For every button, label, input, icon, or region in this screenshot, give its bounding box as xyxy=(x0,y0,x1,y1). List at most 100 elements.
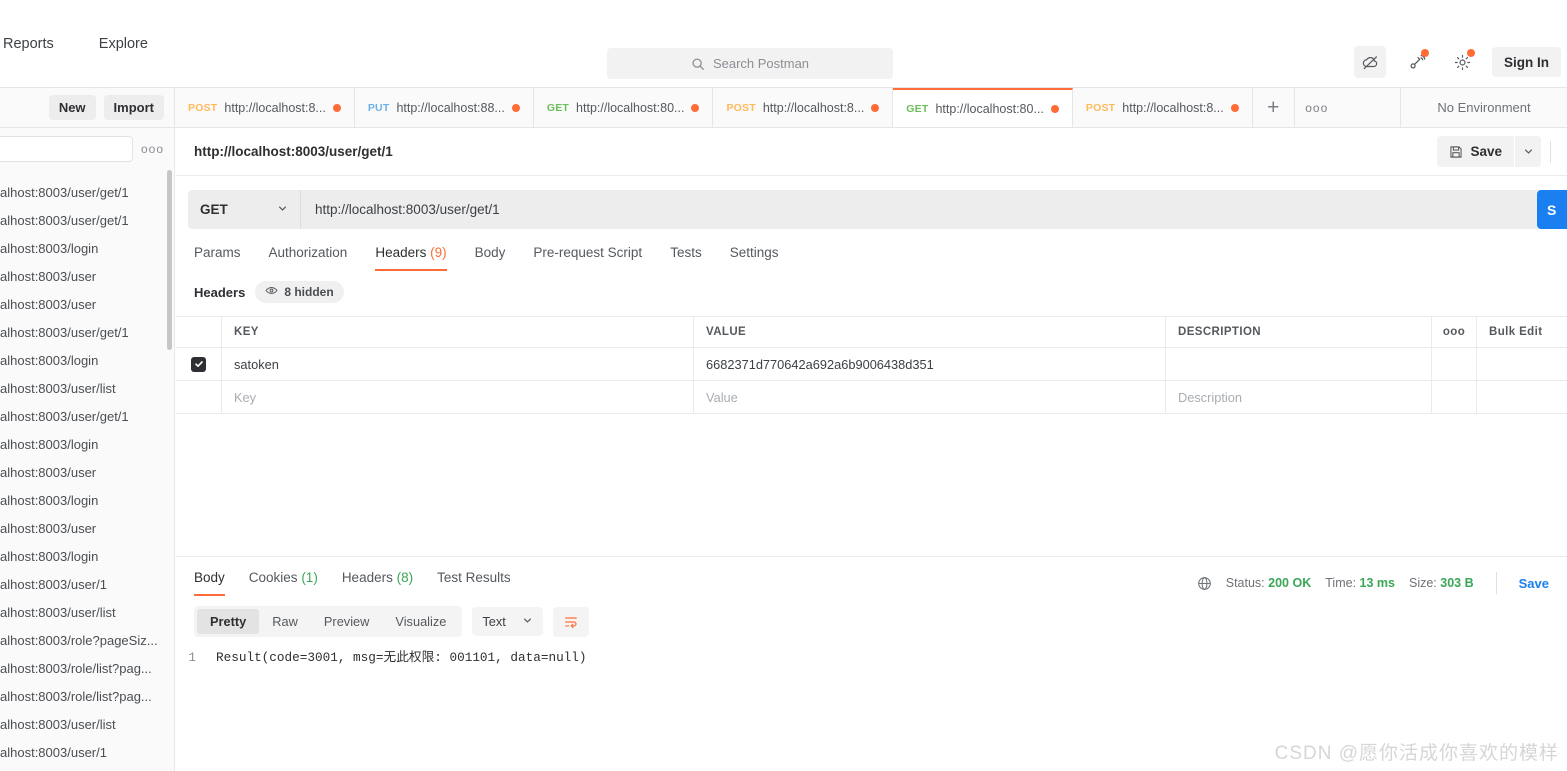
history-item[interactable]: alhost:8003/user/get/1 xyxy=(0,402,174,430)
tab-options-button[interactable]: ooo xyxy=(1295,88,1339,127)
request-tab[interactable]: GET http://localhost:80... xyxy=(533,88,714,127)
method-select[interactable]: GET xyxy=(188,190,300,229)
history-item[interactable]: alhost:8003/role/list?pag... xyxy=(0,682,174,710)
history-item[interactable]: alhost:8003/user/get/1 xyxy=(0,206,174,234)
settings-gear-icon[interactable] xyxy=(1446,46,1478,78)
table-row[interactable]: satoken 6682371d770642a692a6b9006438d351 xyxy=(176,348,1567,381)
view-mode-raw[interactable]: Raw xyxy=(259,609,311,634)
history-item[interactable]: alhost:8003/login xyxy=(0,486,174,514)
request-tab-method: GET xyxy=(546,101,570,114)
history-item[interactable]: alhost:8003/role/list?pag... xyxy=(0,654,174,682)
sidebar-more-icon[interactable]: ooo xyxy=(141,142,164,156)
history-item[interactable]: alhost:8003/user xyxy=(0,262,174,290)
response-tab-item[interactable]: Headers (8) xyxy=(342,570,413,596)
request-tab-item-label: Settings xyxy=(729,245,779,260)
column-description: DESCRIPTION xyxy=(1166,317,1432,347)
headers-options-icon[interactable]: ooo xyxy=(1432,317,1477,347)
headers-subheader: Headers 8 hidden xyxy=(176,271,1567,303)
top-bar: Reports Explore Search Postman Sign In xyxy=(0,0,1567,88)
save-button[interactable]: Save xyxy=(1437,136,1514,167)
history-item[interactable]: alhost:8003/user/list xyxy=(0,374,174,402)
request-tab-item[interactable]: Pre-request Script xyxy=(533,245,642,271)
hidden-headers-toggle[interactable]: 8 hidden xyxy=(255,281,344,303)
line-number: 1 xyxy=(188,650,196,665)
history-item[interactable]: alhost:8003/user xyxy=(0,514,174,542)
history-item[interactable]: alhost:8003/login xyxy=(0,346,174,374)
notifications-icon[interactable] xyxy=(1400,46,1432,78)
response-pane: Body Cookies (1) Headers (8) Test Results S… xyxy=(176,556,1567,771)
request-tab-item-label: Headers xyxy=(375,245,427,260)
new-header-description-input[interactable]: Description xyxy=(1166,381,1432,413)
response-tab-item[interactable]: Cookies (1) xyxy=(249,570,318,596)
table-row-empty[interactable]: Key Value Description xyxy=(176,381,1567,414)
request-tab[interactable]: GET http://localhost:80... xyxy=(893,88,1073,127)
history-item[interactable]: alhost:8003/login xyxy=(0,430,174,458)
line-text: Result(code=3001, msg=无此权限: 001101, data… xyxy=(216,650,587,665)
import-button[interactable]: Import xyxy=(103,95,164,120)
header-key[interactable]: satoken xyxy=(222,348,694,380)
request-tab-item[interactable]: Headers (9) xyxy=(375,245,447,271)
response-tab-item[interactable]: Test Results xyxy=(437,570,511,596)
history-item[interactable]: alhost:8003/user/get/1 xyxy=(0,178,174,206)
response-tab-item-label: Body xyxy=(194,570,225,585)
bulk-edit-button[interactable]: Bulk Edit xyxy=(1477,317,1567,347)
row-checkbox-cell xyxy=(176,348,222,380)
save-button-label: Save xyxy=(1470,144,1502,159)
size-text: Size: 303 B xyxy=(1409,576,1474,590)
response-body[interactable]: 1 Result(code=3001, msg=无此权限: 001101, dat… xyxy=(176,637,1567,667)
view-mode-preview[interactable]: Preview xyxy=(311,609,383,634)
request-tab[interactable]: POST http://localhost:8... xyxy=(1072,88,1253,127)
format-select[interactable]: Text xyxy=(472,607,543,636)
row-actions[interactable] xyxy=(1432,348,1477,380)
view-mode-segmented: Pretty Raw Preview Visualize xyxy=(194,606,463,637)
row-checkbox[interactable] xyxy=(191,356,206,372)
request-tab[interactable]: PUT http://localhost:88... xyxy=(354,88,534,127)
save-options-button[interactable] xyxy=(1515,136,1541,167)
request-tab-item[interactable]: Tests xyxy=(670,245,702,271)
new-tab-button[interactable]: + xyxy=(1253,88,1295,127)
meta-divider xyxy=(1495,572,1497,594)
response-tab-item-label: Cookies xyxy=(248,570,298,585)
history-item[interactable]: alhost:8003/role?pageSiz... xyxy=(0,626,174,654)
sidebar-scrollbar[interactable] xyxy=(167,170,172,350)
header-description[interactable] xyxy=(1166,348,1432,380)
history-item[interactable]: alhost:8003/user xyxy=(0,290,174,318)
request-tab-item[interactable]: Settings xyxy=(730,245,779,271)
new-header-value-input[interactable]: Value xyxy=(694,381,1166,413)
history-item[interactable]: alhost:8003/user/list xyxy=(0,598,174,626)
cloud-offline-icon[interactable] xyxy=(1354,46,1386,78)
topnav-reports[interactable]: Reports xyxy=(0,32,60,56)
history-item[interactable]: alhost:8003/user xyxy=(0,458,174,486)
request-tab-item[interactable]: Params xyxy=(194,245,241,271)
header-divider xyxy=(1550,140,1551,163)
request-tab-item[interactable]: Body xyxy=(475,245,506,271)
sign-in-button[interactable]: Sign In xyxy=(1492,47,1561,77)
global-search[interactable]: Search Postman xyxy=(607,48,893,79)
save-response-button[interactable]: Save xyxy=(1519,576,1549,591)
history-item[interactable]: alhost:8003/login xyxy=(0,542,174,570)
new-button[interactable]: New xyxy=(48,95,96,120)
header-value[interactable]: 6682371d770642a692a6b9006438d351 xyxy=(694,348,1166,380)
search-input[interactable]: Search Postman xyxy=(607,48,893,79)
history-item[interactable]: alhost:8003/user/1 xyxy=(0,570,174,598)
view-mode-visualize[interactable]: Visualize xyxy=(382,609,459,634)
request-tab[interactable]: POST http://localhost:8... xyxy=(713,88,894,127)
view-mode-pretty[interactable]: Pretty xyxy=(197,609,260,634)
topnav-explore[interactable]: Explore xyxy=(93,32,154,56)
environment-selector[interactable]: No Environment xyxy=(1401,88,1567,127)
request-tab[interactable]: POST http://localhost:8... xyxy=(175,88,355,127)
url-input[interactable]: http://localhost:8003/user/get/1 xyxy=(300,190,1537,229)
request-tab-url: http://localhost:80... xyxy=(935,101,1044,116)
history-item[interactable]: alhost:8003/user/get/1 xyxy=(0,318,174,346)
new-header-key-input[interactable]: Key xyxy=(222,381,694,413)
column-value: VALUE xyxy=(694,317,1166,347)
response-tab-item[interactable]: Body xyxy=(194,570,225,596)
history-item[interactable]: alhost:8003/user/1 xyxy=(0,738,174,766)
sidebar-search-input[interactable] xyxy=(0,136,133,162)
empty-bulk-spacer xyxy=(1477,381,1567,413)
history-item[interactable]: alhost:8003/user/list xyxy=(0,710,174,738)
request-tab-item[interactable]: Authorization xyxy=(269,245,348,271)
word-wrap-icon[interactable] xyxy=(552,606,589,637)
send-button[interactable]: S xyxy=(1537,190,1567,229)
history-item[interactable]: alhost:8003/login xyxy=(0,234,174,262)
